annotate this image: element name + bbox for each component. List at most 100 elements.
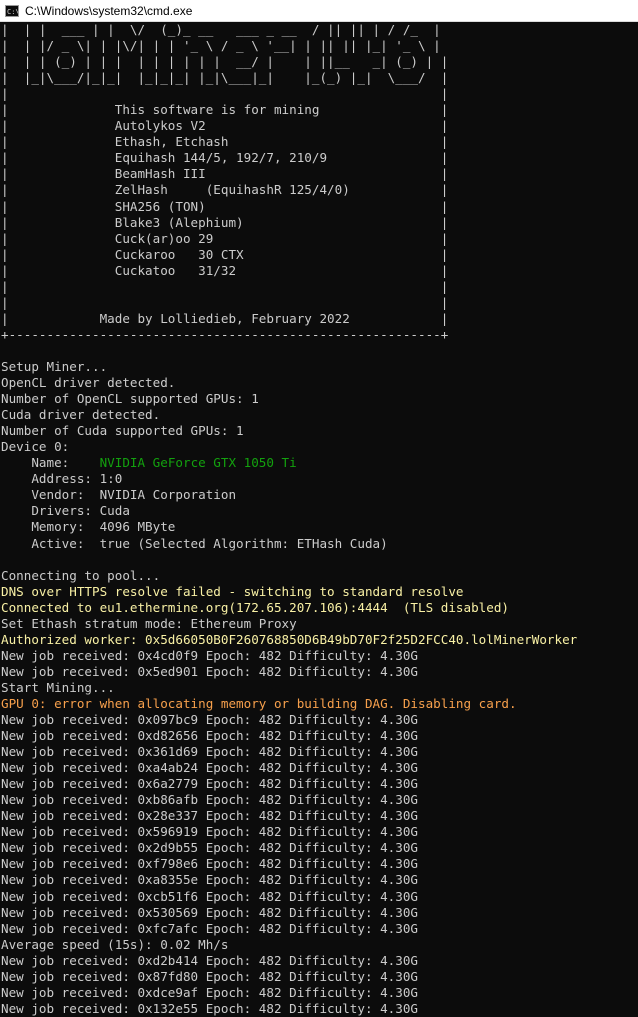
log-line-text: New job received: 0x596919 Epoch: 482 Di…	[1, 824, 419, 840]
log-line: New job received: 0xd2b414 Epoch: 482 Di…	[1, 953, 638, 969]
log-line-text: Number of Cuda supported GPUs: 1	[1, 423, 244, 439]
log-line-text: Start Mining...	[1, 679, 115, 695]
log-line-text: New job received: 0xb86afb Epoch: 482 Di…	[1, 792, 419, 808]
banner-line: | ZelHash (EquihashR 125/4/0) |	[1, 182, 449, 198]
banner-line: | |	[1, 86, 449, 102]
window-titlebar[interactable]: C:\ C:\Windows\system32\cmd.exe	[0, 0, 638, 22]
log-line: New job received: 0x2d9b55 Epoch: 482 Di…	[1, 840, 638, 856]
log-line: DNS over HTTPS resolve failed - switchin…	[1, 584, 638, 600]
log-line: Device 0:	[1, 439, 638, 455]
log-line: New job received: 0x6a2779 Epoch: 482 Di…	[1, 776, 638, 792]
log-line-text: New job received: 0x28e337 Epoch: 482 Di…	[1, 808, 419, 824]
log-line-text: New job received: 0x87fd80 Epoch: 482 Di…	[1, 968, 419, 984]
log-line: Authorized worker: 0x5d66050B0F260768850…	[1, 632, 638, 648]
log-line: Cuda driver detected.	[1, 407, 638, 423]
log-line: New job received: 0xfc7afc Epoch: 482 Di…	[1, 921, 638, 937]
banner-line: | This software is for mining |	[1, 102, 449, 118]
log-line-text: Name:	[1, 455, 100, 471]
log-line: New job received: 0x097bc9 Epoch: 482 Di…	[1, 712, 638, 728]
banner-line: | |_|\___/|_|_| |_|_|_| |_|\___|_| |_(_)…	[1, 70, 449, 86]
log-line-text: New job received: 0xa4ab24 Epoch: 482 Di…	[1, 760, 419, 776]
banner-line: | Cuckaroo 30 CTX |	[1, 246, 449, 262]
banner-line: | Cuckatoo 31/32 |	[1, 262, 449, 278]
log-line-text: Authorized worker: 0x5d66050B0F260768850…	[1, 631, 578, 647]
log-line-text: Number of OpenCL supported GPUs: 1	[1, 391, 259, 407]
banner-line: | Ethash, Etchash |	[1, 134, 449, 150]
log-line-text: New job received: 0x5ed901 Epoch: 482 Di…	[1, 663, 419, 679]
log-line: New job received: 0x28e337 Epoch: 482 Di…	[1, 808, 638, 824]
log-line-text: Setup Miner...	[1, 358, 108, 374]
log-line: New job received: 0x596919 Epoch: 482 Di…	[1, 824, 638, 840]
log-line: Number of Cuda supported GPUs: 1	[1, 423, 638, 439]
log-line: OpenCL driver detected.	[1, 375, 638, 391]
log-line: Average speed (15s): 0.02 Mh/s	[1, 937, 638, 953]
log-line-text: New job received: 0x132e55 Epoch: 482 Di…	[1, 1000, 419, 1016]
log-line: Drivers: Cuda	[1, 503, 638, 519]
log-line: New job received: 0xb86afb Epoch: 482 Di…	[1, 792, 638, 808]
banner-line: | SHA256 (TON) |	[1, 198, 449, 214]
log-line-text: New job received: 0x361d69 Epoch: 482 Di…	[1, 744, 419, 760]
banner-line: | | | (_) | | | | | | | | | __/ | | ||__…	[1, 54, 449, 70]
log-line: New job received: 0x530569 Epoch: 482 Di…	[1, 905, 638, 921]
log-line-text: New job received: 0x4cd0f9 Epoch: 482 Di…	[1, 647, 419, 663]
device-name-value: NVIDIA GeForce GTX 1050 Ti	[99, 455, 297, 471]
log-line-text: New job received: 0xdce9af Epoch: 482 Di…	[1, 984, 419, 1000]
log-line: Set Ethash stratum mode: Ethereum Proxy	[1, 616, 638, 632]
banner-line: | Autolykos V2 |	[1, 118, 449, 134]
banner-line: | |	[1, 278, 449, 294]
log-line-text: GPU 0: error when allocating memory or b…	[1, 695, 517, 711]
log-line-text: Memory: 4096 MByte	[1, 519, 176, 535]
log-line: New job received: 0x132e55 Epoch: 482 Di…	[1, 1001, 638, 1017]
cmd-icon: C:\	[5, 4, 19, 17]
log-line: Connected to eu1.ethermine.org(172.65.20…	[1, 600, 638, 616]
banner-line: | |	[1, 294, 449, 310]
log-line: Active: true (Selected Algorithm: ETHash…	[1, 536, 638, 552]
window-title: C:\Windows\system32\cmd.exe	[25, 3, 193, 18]
log-line: Name: NVIDIA GeForce GTX 1050 Ti	[1, 455, 638, 471]
log-line: Connecting to pool...	[1, 568, 638, 584]
console-output[interactable]: | | | ___ | | \/ (_)_ __ ___ _ __ / || |…	[0, 22, 638, 1017]
banner-line: +---------------------------------------…	[1, 326, 449, 342]
log-line-text: Drivers: Cuda	[1, 503, 130, 519]
log-line-text: Connecting to pool...	[1, 567, 161, 583]
banner-line: | Equihash 144/5, 192/7, 210/9 |	[1, 150, 449, 166]
banner-line: | Blake3 (Alephium) |	[1, 214, 449, 230]
log-line-text: OpenCL driver detected.	[1, 375, 176, 391]
banner-line: | BeamHash III |	[1, 166, 449, 182]
log-line-text: New job received: 0xd82656 Epoch: 482 Di…	[1, 728, 419, 744]
log-line: New job received: 0xa8355e Epoch: 482 Di…	[1, 872, 638, 888]
log-line-text: New job received: 0xd2b414 Epoch: 482 Di…	[1, 952, 419, 968]
log-line: GPU 0: error when allocating memory or b…	[1, 696, 638, 712]
log-line-text: New job received: 0x097bc9 Epoch: 482 Di…	[1, 712, 419, 728]
log-line-text: New job received: 0xa8355e Epoch: 482 Di…	[1, 872, 419, 888]
log-line-text: Active: true (Selected Algorithm: ETHash…	[1, 535, 388, 551]
log-line-text: Set Ethash stratum mode: Ethereum Proxy	[1, 615, 297, 631]
log-line: Start Mining...	[1, 680, 638, 696]
log-line: New job received: 0xd82656 Epoch: 482 Di…	[1, 728, 638, 744]
log-line: New job received: 0xf798e6 Epoch: 482 Di…	[1, 856, 638, 872]
log-line-text: Vendor: NVIDIA Corporation	[1, 487, 237, 503]
log-line-text: Device 0:	[1, 439, 70, 455]
log-line: Vendor: NVIDIA Corporation	[1, 487, 638, 503]
log-line-text: New job received: 0x2d9b55 Epoch: 482 Di…	[1, 840, 419, 856]
banner-line	[1, 343, 638, 359]
log-line-text: Cuda driver detected.	[1, 407, 161, 423]
log-line: Setup Miner...	[1, 359, 638, 375]
log-line-text: New job received: 0x530569 Epoch: 482 Di…	[1, 904, 419, 920]
banner-line: | | |/ _ \| | |\/| | | '_ \ / _ \ '__| |…	[1, 38, 441, 54]
log-line-text: New job received: 0x6a2779 Epoch: 482 Di…	[1, 776, 419, 792]
log-line-text: Address: 1:0	[1, 471, 123, 487]
log-line-text: Connected to eu1.ethermine.org(172.65.20…	[1, 599, 509, 615]
log-line: Number of OpenCL supported GPUs: 1	[1, 391, 638, 407]
log-line-text: Average speed (15s): 0.02 Mh/s	[1, 936, 229, 952]
log-line: New job received: 0x4cd0f9 Epoch: 482 Di…	[1, 648, 638, 664]
log-line: New job received: 0xcb51f6 Epoch: 482 Di…	[1, 889, 638, 905]
console-text: | | | ___ | | \/ (_)_ __ ___ _ __ / || |…	[0, 22, 638, 1017]
log-line-text: New job received: 0xf798e6 Epoch: 482 Di…	[1, 856, 419, 872]
log-line: New job received: 0x87fd80 Epoch: 482 Di…	[1, 969, 638, 985]
banner-line: | Cuck(ar)oo 29 |	[1, 230, 449, 246]
log-line: New job received: 0xa4ab24 Epoch: 482 Di…	[1, 760, 638, 776]
log-line: New job received: 0x5ed901 Epoch: 482 Di…	[1, 664, 638, 680]
log-line: New job received: 0xdce9af Epoch: 482 Di…	[1, 985, 638, 1001]
